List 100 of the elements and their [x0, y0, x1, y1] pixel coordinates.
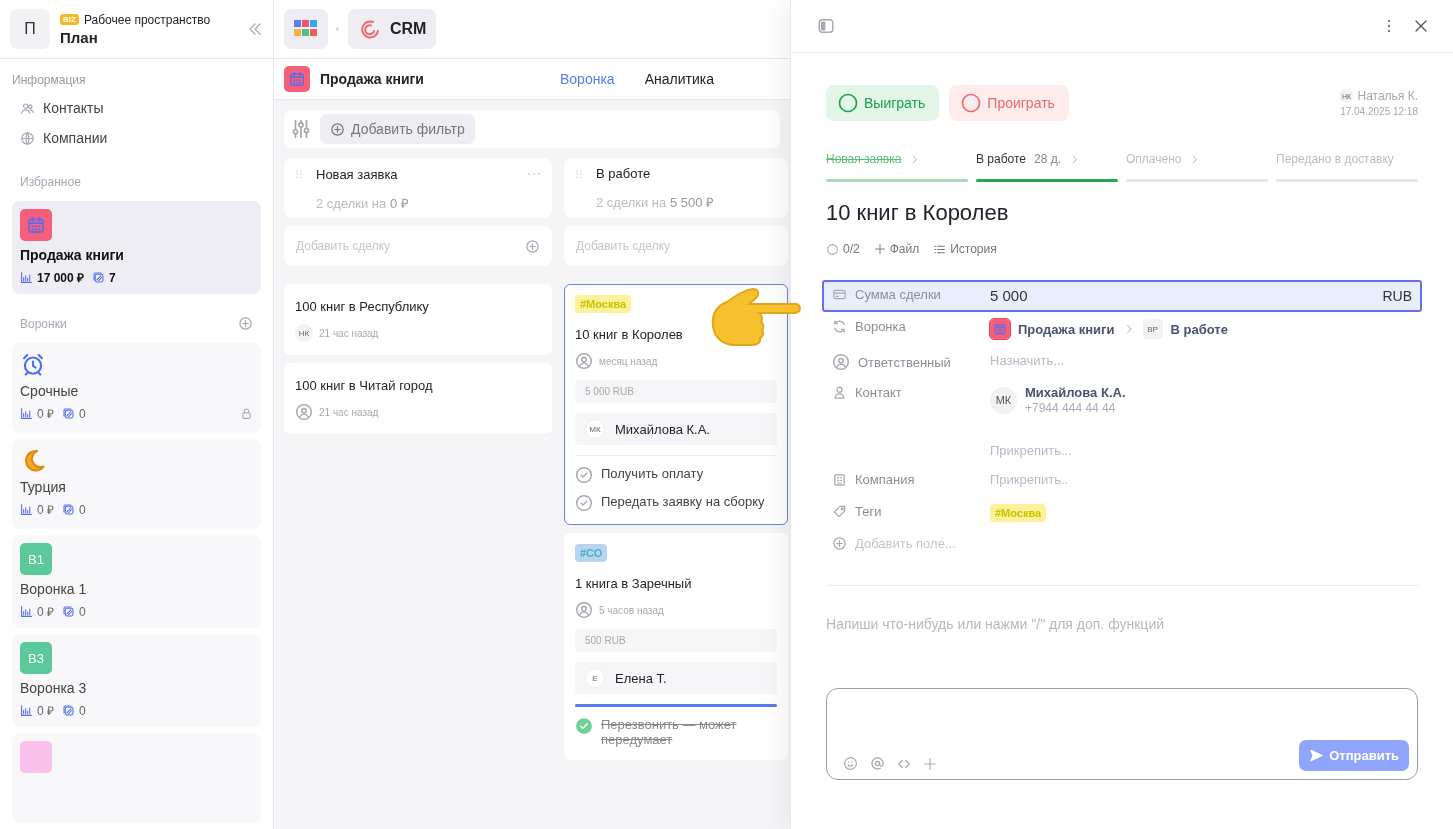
- created-date: 17.04.2025 12:18: [1340, 106, 1418, 117]
- avatar: Е: [585, 668, 605, 688]
- field-label: Компания: [855, 472, 915, 487]
- assignee-chip[interactable]: Е Елена Т.: [575, 662, 777, 694]
- funnel-card[interactable]: Продажа книги 17 000 ₽ 7: [12, 201, 261, 294]
- checked-icon: [575, 717, 593, 735]
- emoji-icon[interactable]: [843, 756, 858, 771]
- checklist-counter[interactable]: 0/2: [826, 242, 860, 256]
- add-icon: [525, 238, 540, 254]
- funnel-deal-count: 0: [79, 502, 86, 517]
- stack-icon: [62, 704, 75, 717]
- deal-time: 5 часов назад: [599, 604, 664, 616]
- funnel-deal-count: 7: [109, 270, 116, 285]
- deal-card[interactable]: 100 книг в Читай город 21 час назад: [284, 363, 552, 434]
- sliders-icon[interactable]: [290, 118, 312, 140]
- funnel-name: Продажа книги: [20, 247, 125, 263]
- circle-icon: [838, 93, 858, 113]
- stack-icon: [92, 271, 106, 284]
- user-icon: [295, 403, 313, 421]
- section-title: Информация: [11, 73, 87, 87]
- deal-amount: 500 RUB: [575, 629, 777, 652]
- stack-icon: [62, 407, 75, 420]
- deal-card[interactable]: #Москва 10 книг в Королев месяц назад 5 000 RUB МК Михайлова К.А. Получить оплату Передать заявку на сборку: [564, 284, 788, 525]
- tag: #Москва: [575, 295, 632, 313]
- add-icon[interactable]: [238, 316, 253, 331]
- nav-item[interactable]: Компании: [0, 123, 273, 153]
- stage-link[interactable]: В работе: [1170, 321, 1228, 337]
- chart-icon: [20, 605, 33, 618]
- plus-icon[interactable]: [923, 757, 937, 771]
- card-icon: [832, 287, 847, 302]
- panel-toggle-icon[interactable]: [817, 17, 835, 35]
- tag: #Москва: [990, 504, 1047, 522]
- funnel-card[interactable]: Срочные 0 ₽ 0: [12, 343, 261, 433]
- globe-icon: [20, 130, 35, 146]
- stage-duration: 28 д.: [1034, 152, 1062, 166]
- deal-time: 21 час назад: [319, 327, 379, 339]
- amount-value: 5 000: [990, 287, 1028, 304]
- add-file-button[interactable]: Файл: [873, 242, 920, 256]
- user-icon: [575, 352, 593, 370]
- code-icon[interactable]: [897, 757, 911, 771]
- check-circle-icon[interactable]: [575, 466, 593, 484]
- history-button[interactable]: История: [933, 242, 997, 256]
- stack-icon: [62, 605, 75, 618]
- building-icon: [832, 472, 847, 487]
- task-label: Передать заявку на сборку: [601, 494, 765, 509]
- funnel-badge: В3: [20, 642, 52, 674]
- stage-avatar: ВР: [1142, 319, 1163, 339]
- funnel-name: Турция: [20, 479, 67, 495]
- field-row[interactable]: Сумма сделки 5 000 RUB: [822, 280, 1422, 312]
- avatar: МК: [585, 419, 605, 439]
- contact-name[interactable]: Михайлова К.А.: [1025, 385, 1126, 400]
- nav-item[interactable]: Контакты: [0, 93, 273, 123]
- deal-card[interactable]: 100 книг в Республику НК 21 час назад: [284, 284, 552, 355]
- field-label: Воронка: [855, 319, 906, 334]
- mention-icon[interactable]: [870, 756, 885, 771]
- funnel-link[interactable]: Продажа книги: [1018, 321, 1115, 337]
- chart-icon: [20, 407, 33, 420]
- user-circle-icon: [832, 353, 850, 371]
- add-icon: [330, 121, 345, 137]
- people-icon: [20, 100, 35, 116]
- deal-amount: 5 000 RUB: [575, 380, 777, 403]
- section-title: Избранное: [20, 175, 81, 189]
- funnel-card[interactable]: В3 Воронка 3 0 ₽ 0: [12, 634, 261, 727]
- check-circle-icon[interactable]: [575, 494, 593, 512]
- collapse-icon[interactable]: [247, 21, 263, 37]
- funnel-card[interactable]: Турция 0 ₽ 0: [12, 439, 261, 529]
- close-icon[interactable]: [1413, 18, 1429, 34]
- field-row[interactable]: Воронка Продажа книги ВР В работе: [822, 312, 1422, 346]
- tab[interactable]: Воронка: [550, 71, 625, 87]
- deal-time: месяц назад: [599, 355, 658, 367]
- breadcrumb-arrow-icon: [334, 25, 342, 33]
- section-title: Воронки: [20, 316, 67, 331]
- tab[interactable]: Аналитика: [634, 71, 724, 87]
- field-label: Ответственный: [858, 354, 951, 370]
- assignee-chip[interactable]: МК Михайлова К.А.: [575, 413, 777, 445]
- circle-icon: [961, 93, 982, 113]
- add-filter-button[interactable]: Добавить фильтр: [320, 114, 475, 144]
- apps-button[interactable]: [284, 9, 328, 49]
- funnel-name: Воронка 1: [20, 581, 88, 597]
- field-row[interactable]: Контакт МК Михайлова К.А. +7944 444 44 44 Прикрепить...: [822, 378, 1422, 465]
- contact-phone: +7944 444 44 44: [1025, 401, 1117, 415]
- funnel-deal-count: 0: [79, 406, 86, 421]
- tag: #СО: [575, 544, 608, 562]
- field-label: Контакт: [855, 385, 902, 400]
- alarm-clock-icon: [20, 351, 46, 377]
- chart-icon: [20, 503, 33, 516]
- crm-breadcrumb[interactable]: CRM: [348, 9, 437, 49]
- deal-card[interactable]: #СО 1 книга в Заречный 5 часов назад 500 RUB Е Елена Т. Перезвонить — может передумает: [564, 533, 788, 760]
- funnel-deal-count: 0: [79, 604, 86, 619]
- funnel-card[interactable]: [12, 733, 261, 823]
- funnel-card[interactable]: В1 Воронка 1 0 ₽ 0: [12, 535, 261, 628]
- apps-grid-icon: [294, 20, 318, 38]
- task-label: Получить оплату: [601, 466, 704, 481]
- deal-title: 100 книг в Республику: [295, 298, 429, 314]
- stage-label[interactable]: В работе: [976, 152, 1026, 166]
- assignee-name: Михайлова К.А.: [615, 421, 710, 437]
- funnel-amount: 17 000 ₽: [37, 270, 85, 286]
- workspace-avatar[interactable]: П: [10, 9, 50, 49]
- deal-title: 10 книг в Королев: [826, 200, 1010, 226]
- funnel-deal-count: 0: [79, 703, 86, 718]
